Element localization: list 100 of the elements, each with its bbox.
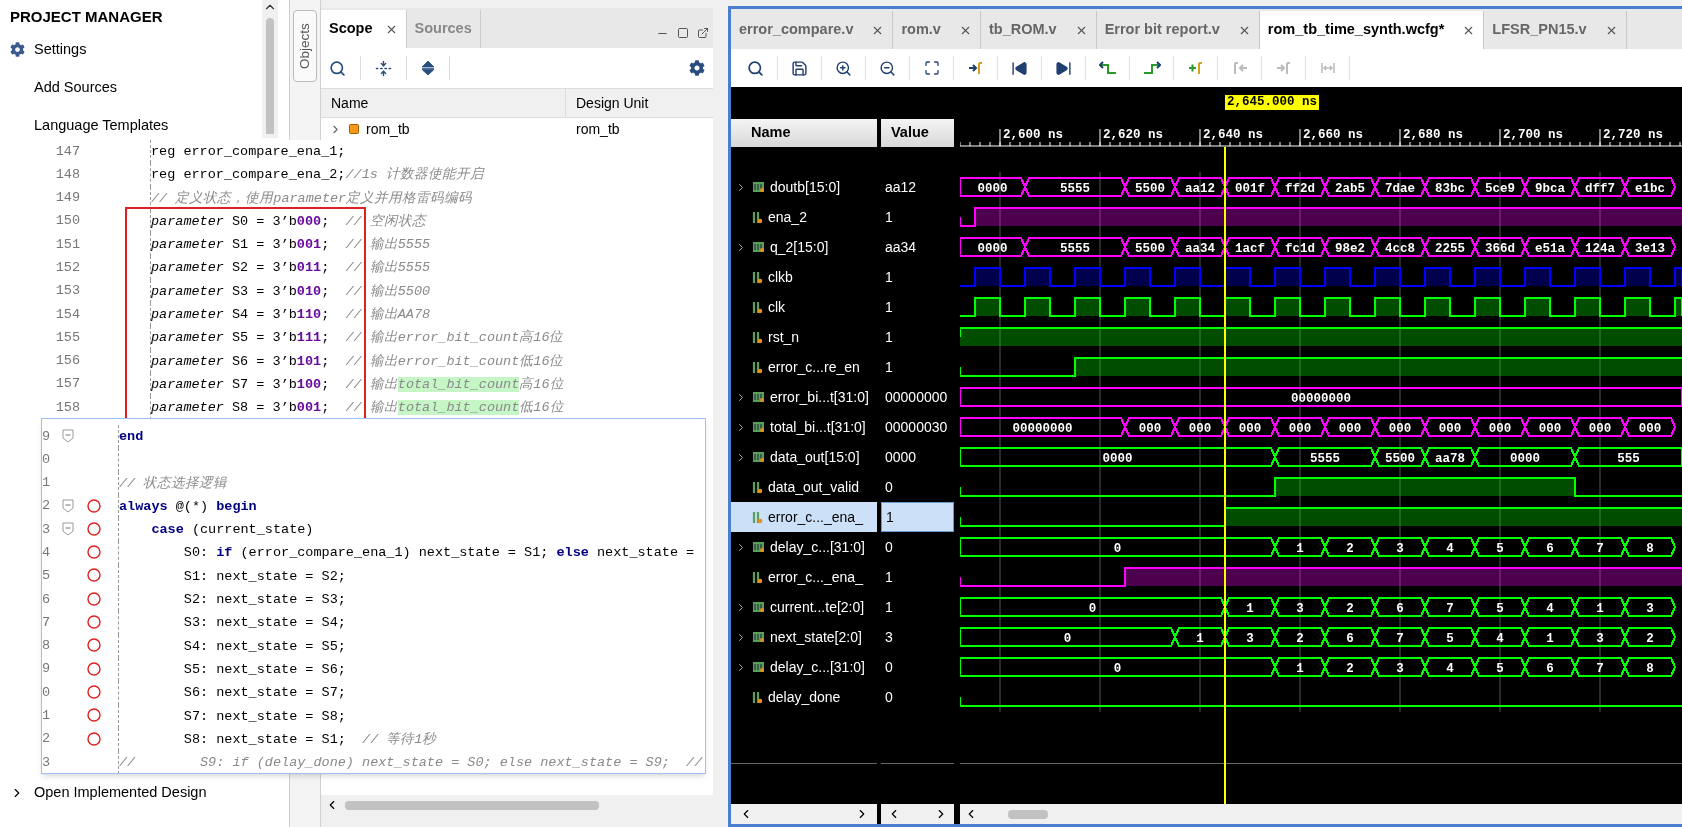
scrollbar-thumb[interactable] [1008,809,1048,819]
code-line: S0: if (error_compare_ena_1) next_state = S1; else next_state = [118,541,695,565]
maximize-icon[interactable] [677,27,689,39]
side-tab[interactable]: Objects [293,10,317,82]
code-line: S6: next_state = S7; [118,681,346,705]
signal-value: 0 [884,657,894,677]
cursor-time-label: 2,645.000 ns [1225,95,1319,110]
signal-name[interactable]: ena_2 [731,202,877,232]
bit-icon [752,330,763,344]
scrollbar[interactable] [881,804,954,824]
scrollbar[interactable] [731,804,877,824]
float-icon[interactable] [697,27,709,39]
signal-name[interactable]: clkb [731,262,877,292]
bus-segment [1273,597,1327,617]
high-level-fill [1125,298,1150,316]
column-header[interactable]: Design Unit [566,89,713,117]
panel-tab[interactable]: Scope [321,10,407,48]
breakpoint-circle-icon[interactable] [87,498,101,513]
signal-name[interactable]: error_c...re_en [731,352,877,382]
signal-name[interactable]: clk [731,292,877,322]
tree-item[interactable]: rom_tb [366,118,410,140]
breakpoint-circle-icon[interactable] [87,615,101,629]
search-icon[interactable] [329,59,346,77]
bus-segment [1323,177,1377,197]
bus-segment [1373,537,1427,557]
up-down-triangles-icon[interactable] [421,60,435,76]
bus-value: 0000 [977,241,1008,256]
column-header[interactable]: Name [321,89,566,117]
bus-segment [1273,627,1327,647]
line-number: 1 [42,474,52,493]
nav-item[interactable]: Open Implemented Design [0,775,262,811]
breakpoint-circle-icon[interactable] [87,708,101,723]
bus-value: 7 [1596,541,1604,556]
bus-icon [752,241,765,253]
bus-segment [1423,417,1477,437]
collapse-all-icon[interactable] [375,59,392,77]
scrollbar[interactable] [262,0,278,138]
bus-segment [1473,537,1527,557]
breakpoint-circle-icon[interactable] [87,545,101,560]
column-header[interactable]: Value [881,119,954,147]
signal-name[interactable]: data_out[15:0] [731,442,877,472]
signal-name[interactable]: data_out_valid [731,472,877,502]
bus-value: 4 [1446,661,1454,676]
settings-icon[interactable] [689,60,705,76]
code-line: // S9: if (delay_done) next_state = S0; else next_state = S9; // [118,751,703,773]
high-level-fill [1625,268,1650,286]
line-number: 5 [42,567,52,586]
breakpoint-circle-icon[interactable] [87,638,101,653]
code-line: S7: next_state = S8; [118,704,346,728]
high-level-fill [1675,268,1682,286]
high-level-fill [1325,268,1350,286]
signal-value: aa12 [884,177,918,197]
column-header[interactable]: Name [731,119,877,147]
high-level-fill [1025,298,1050,316]
signal-name[interactable]: error_bi...t[31:0] [731,382,877,412]
breakpoint-circle-icon[interactable] [87,521,101,536]
signal-name[interactable]: error_c..._ena_ [731,502,877,532]
signal-value: 3 [884,627,894,647]
code-line: end [118,425,144,449]
bus-icon [752,631,765,643]
signal-name[interactable]: rst_n [731,322,877,352]
bus-value: 5 [1496,541,1504,556]
scrollbar-thumb[interactable] [266,18,274,134]
nav-item[interactable]: Add Sources [0,74,262,101]
signal-name[interactable]: doutb[15:0] [731,172,877,202]
breakpoint-circle-icon[interactable] [87,591,101,606]
signal-name[interactable]: q_2[15:0] [731,232,877,262]
bit-icon [752,360,763,374]
signal-name[interactable]: current...te[2:0] [731,592,877,622]
signal-name[interactable]: total_bi...t[31:0] [731,412,877,442]
editor-tab[interactable]: rom_tb_time_synth.wcfg* [1259,11,1485,49]
line-number: 2 [42,730,52,749]
signal-name[interactable]: error_c..._ena_ [731,562,877,592]
bus-segment [1523,417,1577,437]
line-number: 7 [42,613,52,632]
bus-value: fc1d [1285,241,1315,256]
breakpoint-circle-icon[interactable] [87,661,101,676]
bus-value: 000 [1588,421,1612,436]
signal-value: 1 [884,357,894,377]
breakpoint-circle-icon[interactable] [87,684,101,699]
signal-name[interactable]: delay_c...[31:0] [731,532,877,562]
signal-name[interactable]: delay_c...[31:0] [731,652,877,682]
breakpoint-circle-icon[interactable] [87,568,101,583]
scrollbar[interactable] [960,804,1682,824]
signal-value: 1 [884,207,894,227]
code-line: // 状态选择逻辑 [118,471,228,495]
nav-item[interactable]: Language Templates [0,112,262,139]
high-level-fill [975,298,1000,316]
high-level-fill [1525,298,1550,316]
scrollbar-thumb[interactable] [345,800,599,810]
nav-item[interactable]: Settings [0,36,262,63]
bit-icon [752,510,763,524]
signal-name[interactable]: next_state[2:0] [731,622,877,652]
signal-name[interactable]: delay_done [731,682,877,712]
signal-value: 0 [884,687,894,707]
signal-value: 0 [884,537,894,557]
code-line: always @(*) begin [118,494,257,519]
bus-segment [1623,237,1677,257]
panel-title: PROJECT MANAGER [9,7,164,27]
breakpoint-circle-icon[interactable] [87,731,101,746]
